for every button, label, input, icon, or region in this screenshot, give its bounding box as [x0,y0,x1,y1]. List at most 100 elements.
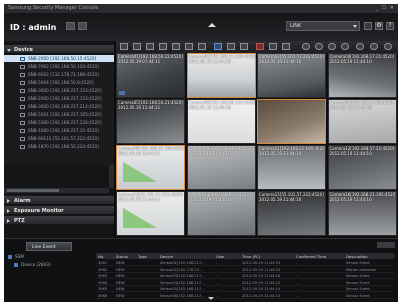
table-row[interactable]: 3963 NEW Sensor03[192.168.217... - 2012-09-1… [96,273,394,279]
device-item[interactable]: SNB-3000 [192.168.217.153:4520] [4,87,114,94]
screen-icon[interactable] [364,22,372,30]
link-select[interactable]: LINK [286,21,360,31]
layout-5x5-icon[interactable] [172,43,180,50]
tab-live-event[interactable]: Live Event [26,242,72,251]
event-panel-controls[interactable] [377,242,395,248]
video-tile[interactable]: Camera13[55.101.57.222:4520] 2012.05.19 … [116,191,185,236]
video-tile[interactable]: Camera05[192.168.50.21:4520] 2012.05.19 … [116,99,185,144]
column-header[interactable]: Status [116,254,128,259]
table-cell: 2012-09-19 11:44:23 [242,261,281,265]
sequence-icon[interactable] [214,43,222,50]
video-tile[interactable]: Camera12[192.168.57.21:4520] 2012.05.19 … [327,145,397,190]
video-tile-caption: Camera03[55.101.57.222:4520] 2012.05.19 … [259,54,324,64]
column-header[interactable]: Device [160,254,173,259]
video-tile-caption: Camera06[192.168.50.152:4520] 2012.05.19… [188,100,256,110]
video-tile[interactable]: Camera09[192.168.21.195:4520] 2012.05.19… [116,145,185,190]
device-item[interactable]: SNB-6002 [132.178.71.188:4520] [4,71,114,78]
device-item[interactable]: SNB-7002 [192.168.50.154:4520] [4,63,114,70]
window-controls[interactable]: _ ☐ ✕ [376,5,395,11]
video-tile[interactable]: Camera08[192.168.21.88:4520] 2012.05.19 … [327,99,397,144]
audio-icon[interactable] [269,43,277,50]
video-tile[interactable]: Camera03[55.101.57.222:4520] 2012.05.19 … [257,53,326,98]
device-item[interactable]: SNB-5001 [192.168.217.165:4520] [4,111,114,118]
device-item[interactable]: SNB-5300 [192.168.217.126:4520] [4,119,114,126]
table-cell: 2012-09-19 11:44:13 [242,293,281,298]
layout-4x4-icon[interactable] [159,43,167,50]
video-tile-caption: Camera09[192.168.21.195:4520] 2012.05.19… [118,146,185,156]
device-item[interactable]: SNB-1000 [192.168.217.15:4520] [4,127,114,134]
video-tile[interactable]: Camera10[192.168.21.195:4520] 2012.05.19… [186,145,256,190]
exposure-section-header[interactable]: Exposure Monitor [4,206,114,215]
table-cell: Sensor Event [346,274,370,278]
device-item[interactable]: SNB-6011S [55.101.57.222:4520] [4,135,114,142]
gear-icon[interactable]: ⚙ [375,22,383,30]
layout-custom-icon[interactable] [185,43,193,50]
column-header[interactable]: Type [138,254,147,259]
table-cell: NEW [116,280,125,285]
capture-icon[interactable] [227,43,235,50]
video-tile[interactable] [257,99,326,144]
zoom-fit-icon[interactable] [302,43,310,50]
video-tile[interactable]: Camera04[192.168.17.21:4520] 2012.05.19 … [327,53,397,98]
column-header[interactable]: User [216,254,225,259]
device-item[interactable]: SNB-1870 [192.168.50.224:4520] [4,143,114,150]
video-tile[interactable]: Camera14[192.168.25.1:4520] 2012.05.19 1… [186,191,256,236]
playback-icon[interactable] [282,43,290,50]
print-icon[interactable] [240,43,248,50]
layout-2x2-icon[interactable] [133,43,141,50]
alarm-section-header[interactable]: Alarm [4,196,114,205]
ptz-section-header[interactable]: PTZ [4,216,114,225]
aspect-icon[interactable] [356,43,364,50]
video-tile[interactable]: Camera15[55.101.57.222:4520] 2012.05.19 … [257,191,326,236]
video-grid: Camera01[192.168.50.22:4520] 2012.05.19 … [116,53,398,238]
osd-icon[interactable] [370,43,378,50]
video-tile[interactable]: Camera01[192.168.50.22:4520] 2012.05.19 … [116,53,185,98]
column-header[interactable]: No. [98,254,104,259]
event-tree-node[interactable]: SSM [8,253,88,260]
logout-button[interactable] [66,22,75,30]
table-row[interactable]: 3966 NEW Sensor06[192.168.217... - 2012-09-1… [96,293,394,299]
zoom-out-icon[interactable] [328,43,336,50]
device-item-label: SNB-3000 [192.168.217.153:4520] [28,88,102,93]
device-list-hscrollbar[interactable] [4,188,109,193]
video-tile[interactable]: Camera16[192.168.21.195:4520] 2012.05.19… [327,191,397,236]
video-tile[interactable]: Camera06[192.168.50.152:4520] 2012.05.19… [186,99,256,144]
table-row[interactable]: 3961 NEW Sensor01[192.168.217... - 2012-09-1… [96,260,394,266]
device-section-header[interactable]: Device [4,45,114,54]
record-icon[interactable] [256,43,264,50]
camera-icon [20,120,25,125]
layout-3x3-icon[interactable] [146,43,154,50]
link-select-label: LINK [290,23,302,29]
zoom-in-icon[interactable] [315,43,323,50]
video-tile[interactable]: Camera02[192.168.21.195:4520] 2012.05.19… [186,53,256,98]
layout-1x1-icon[interactable] [120,43,128,50]
column-header[interactable]: Description [346,254,368,259]
device-item[interactable]: SNB-3000 [192.168.217.214:4520] [4,103,114,110]
table-cell: - [296,267,298,272]
camera-icon [20,112,25,117]
video-tile-caption: Camera01[192.168.50.22:4520] 2012.05.19 … [118,54,183,64]
video-tile-caption: Camera10[192.168.21.195:4520] 2012.05.19… [188,146,256,156]
device-item-label: SNB-5001 [192.168.217.165:4520] [28,112,102,117]
device-item-label: SNB-1870 [192.168.50.224:4520] [28,144,99,149]
expand-down-icon[interactable] [208,297,214,300]
table-row[interactable]: 3964 NEW Sensor04[192.168.217... - 2012-09-1… [96,280,394,286]
device-item[interactable]: SNB-5004 [192.168.50.8:4520] [4,79,114,86]
table-row[interactable]: 3965 NEW Sensor05[192.168.217... - 2012-09-1… [96,286,394,292]
device-item[interactable]: SNB-2000 [192.168.50.15:4520] [4,55,114,62]
column-header[interactable]: Confirmed Time [296,254,326,259]
lock-button[interactable] [78,22,87,30]
table-row[interactable]: 3962 NEW Sensor02[192.178.72... - 2012-09-19… [96,267,394,273]
fullscreen-icon[interactable] [341,43,349,50]
event-tree-node[interactable]: Device (2843) [8,261,88,268]
table-cell: Sensor Event [346,261,370,265]
help-icon[interactable]: ? [386,22,394,30]
collapse-up-icon[interactable] [208,23,216,27]
settings-icon[interactable] [384,43,392,50]
table-cell: Sensor Event [346,280,370,285]
column-header[interactable]: Time (PC) [242,254,260,259]
table-cell: 2012-09-19 11:44:15 [242,280,281,285]
video-tile[interactable]: Camera11[192.168.21.195:4520] 2012.05.19… [257,145,326,190]
layout-wide-icon[interactable] [198,43,206,50]
device-item[interactable]: SNB-2000 [192.168.217.153:4520] [4,95,114,102]
